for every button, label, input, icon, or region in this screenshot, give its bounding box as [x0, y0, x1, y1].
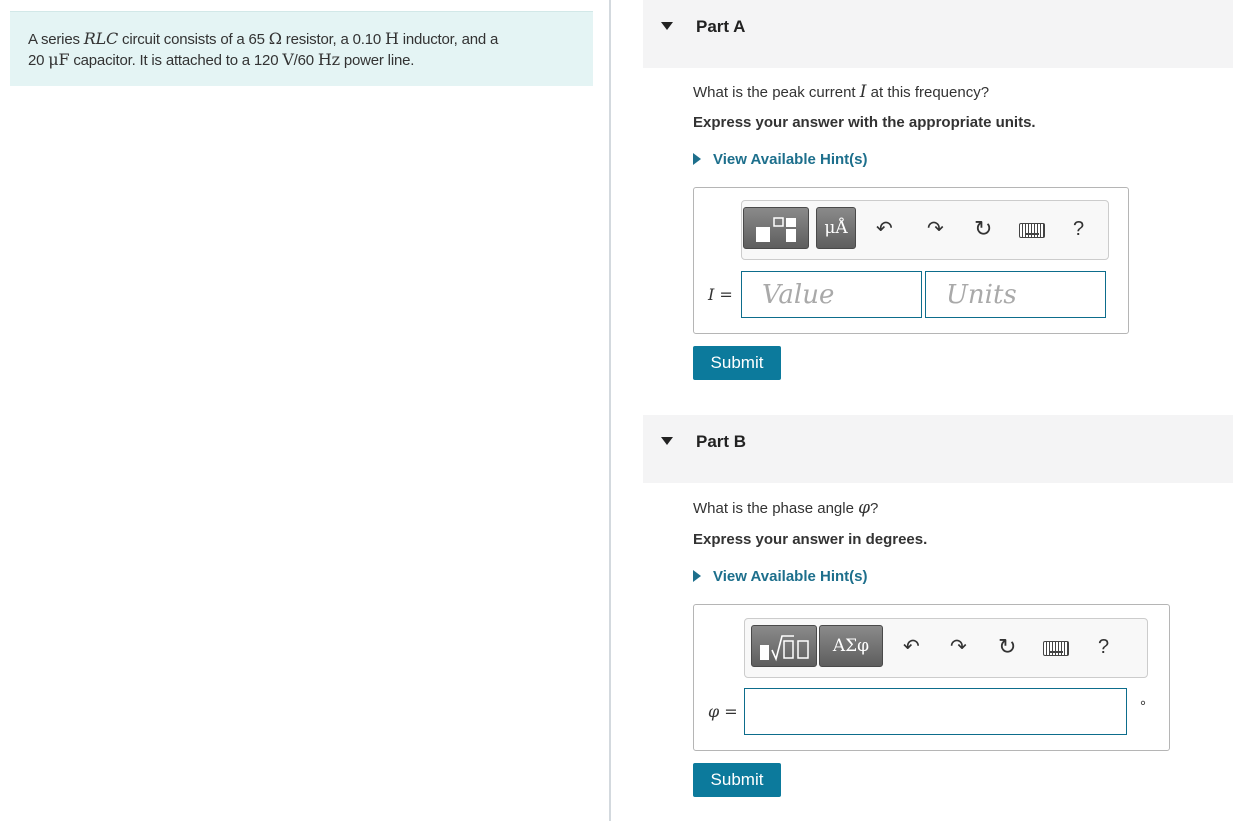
help-icon[interactable]: ?	[1098, 636, 1109, 659]
current-label: I =	[708, 285, 733, 304]
part-a-header[interactable]: Part A	[643, 0, 1233, 68]
caret-right-icon	[693, 570, 701, 582]
value-input[interactable]	[742, 272, 921, 317]
part-b-submit-button[interactable]: Submit	[693, 763, 781, 797]
part-b-question: What is the phase angle φ?	[693, 498, 879, 518]
degree-symbol: °	[1140, 698, 1146, 715]
part-a-hint-link[interactable]: View Available Hint(s)	[693, 151, 868, 168]
greek-button[interactable]: ΑΣφ	[819, 625, 883, 667]
rlc-symbol: RLC	[83, 29, 119, 48]
part-a-submit-button[interactable]: Submit	[693, 346, 781, 380]
hertz-symbol: Hz	[317, 50, 340, 69]
microfarad-symbol: μF	[48, 50, 70, 69]
units-icon: μÅ	[824, 218, 848, 238]
part-b-answer-box: ΑΣφ ↶ ↷ ↻ ? φ = °	[693, 604, 1170, 751]
problem-statement: A series RLC circuit consists of a 65 Ω …	[10, 11, 593, 86]
template-icon	[756, 217, 796, 242]
units-field[interactable]	[925, 271, 1106, 318]
reset-icon[interactable]: ↻	[974, 218, 992, 240]
phase-field[interactable]	[744, 688, 1127, 735]
reset-icon[interactable]: ↻	[998, 636, 1016, 658]
part-a-title: Part A	[696, 17, 746, 36]
keyboard-icon[interactable]	[1019, 223, 1045, 238]
collapse-caret-icon[interactable]	[661, 437, 673, 445]
undo-icon[interactable]: ↶	[903, 637, 920, 657]
volt-symbol: V	[282, 50, 294, 69]
template-button[interactable]	[743, 207, 809, 249]
part-b-header[interactable]: Part B	[643, 415, 1233, 483]
redo-icon[interactable]: ↷	[950, 637, 967, 657]
value-field[interactable]	[741, 271, 922, 318]
sqrt-template-button[interactable]	[751, 625, 817, 667]
part-a-toolbar: μÅ ↶ ↷ ↻ ?	[741, 200, 1109, 260]
part-a-question: What is the peak current I at this frequ…	[693, 82, 990, 102]
phase-label: φ =	[708, 702, 738, 721]
part-b-title: Part B	[696, 432, 747, 451]
greek-icon: ΑΣφ	[832, 636, 870, 656]
caret-right-icon	[693, 153, 701, 165]
henry-symbol: H	[384, 29, 399, 48]
pane-divider[interactable]	[609, 0, 611, 821]
sqrt-template-icon	[760, 635, 809, 662]
undo-icon[interactable]: ↶	[876, 219, 893, 239]
help-icon[interactable]: ?	[1073, 218, 1084, 241]
part-b-toolbar: ΑΣφ ↶ ↷ ↻ ?	[744, 618, 1148, 678]
part-a-instruction: Express your answer with the appropriate…	[693, 114, 1036, 131]
problem-line-1: A series RLC circuit consists of a 65 Ω …	[28, 29, 499, 48]
keyboard-icon[interactable]	[1043, 641, 1069, 656]
part-b-instruction: Express your answer in degrees.	[693, 531, 928, 548]
collapse-caret-icon[interactable]	[661, 22, 673, 30]
units-button[interactable]: μÅ	[816, 207, 856, 249]
units-input[interactable]	[926, 272, 1105, 317]
redo-icon[interactable]: ↷	[927, 219, 944, 239]
phase-input[interactable]	[745, 689, 1126, 734]
part-a-answer-box: μÅ ↶ ↷ ↻ ? I =	[693, 187, 1129, 334]
ohm-symbol: Ω	[268, 29, 282, 48]
problem-line-2: 20 μF capacitor. It is attached to a 120…	[28, 50, 415, 69]
part-b-hint-link[interactable]: View Available Hint(s)	[693, 568, 868, 585]
